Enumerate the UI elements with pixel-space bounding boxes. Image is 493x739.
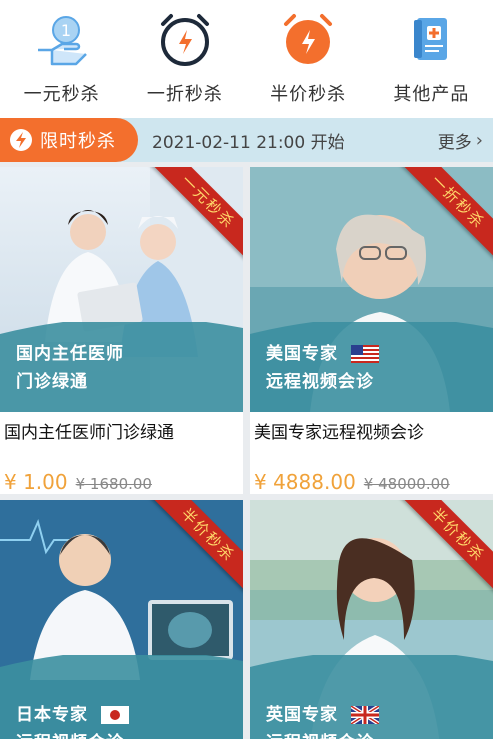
svg-text:1: 1 bbox=[61, 21, 71, 40]
product-title: 美国专家远程视频会诊 bbox=[254, 423, 424, 443]
uk-flag-icon bbox=[350, 706, 379, 724]
product-image: 半价秒杀 英国专家 远程视频会诊 bbox=[250, 500, 493, 739]
us-flag-icon bbox=[350, 345, 379, 363]
original-price: ¥ 1680.00 bbox=[75, 475, 152, 493]
category-label: 一折秒杀 bbox=[146, 84, 223, 105]
sale-price: ¥ 1.00 bbox=[4, 470, 68, 494]
category-row: 1 一元秒杀 一折秒杀 半价秒杀 其他产品 bbox=[0, 0, 493, 118]
overlay-line-1: 国内主任医师 bbox=[16, 344, 124, 364]
product-card[interactable]: 半价秒杀 英国专家 远程视频会诊 bbox=[250, 500, 493, 739]
price-row: ¥ 1.00 ¥ 1680.00 bbox=[0, 452, 243, 494]
sale-price: ¥ 4888.00 bbox=[254, 470, 356, 494]
lightning-icon bbox=[10, 129, 32, 151]
product-image: 一折秒杀 美国专家 远程视频会诊 bbox=[250, 167, 493, 412]
category-label: 其他产品 bbox=[393, 84, 470, 105]
product-image: 一元秒杀 国内主任医师 门诊绿通 bbox=[0, 167, 243, 412]
overlay-text: 英国专家 远程视频会诊 bbox=[266, 701, 379, 739]
category-one-tenth[interactable]: 一折秒杀 bbox=[123, 0, 246, 118]
overlay-line-1: 日本专家 bbox=[16, 701, 129, 729]
more-link[interactable]: 更多 › bbox=[438, 128, 483, 153]
product-card[interactable]: 一折秒杀 美国专家 远程视频会诊 美国专家远程视频会诊 ¥ 4888.00 ¥ … bbox=[250, 167, 493, 494]
overlay-line-1: 美国专家 bbox=[266, 340, 379, 368]
category-label: 半价秒杀 bbox=[270, 84, 347, 105]
hand-coin-icon: 1 bbox=[32, 10, 92, 70]
price-row: ¥ 4888.00 ¥ 48000.00 bbox=[250, 452, 493, 494]
overlay-line-2: 门诊绿通 bbox=[16, 372, 88, 392]
overlay-line-1: 英国专家 bbox=[266, 701, 379, 729]
flash-sale-badge: 限时秒杀 bbox=[0, 118, 138, 162]
overlay-text: 国内主任医师 门诊绿通 bbox=[16, 340, 124, 396]
flash-sale-time: 2021-02-11 21:00 开始 bbox=[152, 132, 345, 153]
japan-flag-icon bbox=[100, 706, 129, 724]
product-card[interactable]: 半价秒杀 日本专家 远程视频会诊 bbox=[0, 500, 243, 739]
category-label: 一元秒杀 bbox=[23, 84, 100, 105]
flash-sale-label: 限时秒杀 bbox=[40, 131, 116, 152]
category-half-price[interactable]: 半价秒杀 bbox=[247, 0, 370, 118]
overlay-line-2: 远程视频会诊 bbox=[16, 729, 129, 739]
more-label: 更多 bbox=[437, 132, 472, 153]
category-one-yuan[interactable]: 1 一元秒杀 bbox=[0, 0, 123, 118]
original-price: ¥ 48000.00 bbox=[363, 475, 450, 493]
overlay-line-2: 远程视频会诊 bbox=[266, 729, 379, 739]
product-image: 半价秒杀 日本专家 远程视频会诊 bbox=[0, 500, 243, 739]
overlay-line-2: 远程视频会诊 bbox=[266, 372, 374, 392]
medical-book-icon bbox=[401, 10, 461, 70]
chevron-right-icon: › bbox=[475, 129, 483, 151]
category-other-products[interactable]: 其他产品 bbox=[370, 0, 493, 118]
overlay-text: 美国专家 远程视频会诊 bbox=[266, 340, 379, 396]
overlay-text: 日本专家 远程视频会诊 bbox=[16, 701, 129, 739]
alarm-clock-bolt-icon bbox=[155, 10, 215, 70]
product-grid: 一元秒杀 国内主任医师 门诊绿通 国内主任医师门诊绿通 ¥ 1.00 ¥ 168… bbox=[0, 162, 493, 739]
alarm-clock-bolt-orange-icon bbox=[278, 10, 338, 70]
product-card[interactable]: 一元秒杀 国内主任医师 门诊绿通 国内主任医师门诊绿通 ¥ 1.00 ¥ 168… bbox=[0, 167, 243, 494]
product-title: 国内主任医师门诊绿通 bbox=[4, 423, 174, 443]
flash-sale-bar: 限时秒杀 2021-02-11 21:00 开始 更多 › bbox=[0, 118, 493, 162]
